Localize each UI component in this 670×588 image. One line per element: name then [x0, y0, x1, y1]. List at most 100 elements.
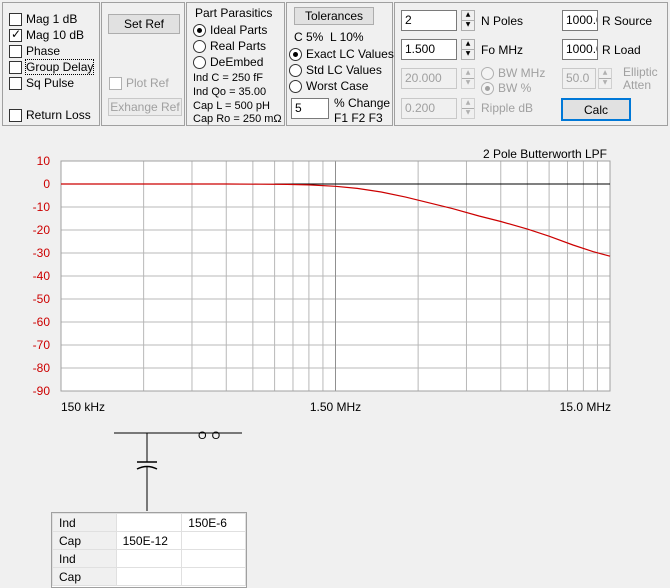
- spin-up-icon: ▲: [462, 69, 474, 79]
- tolerances-button[interactable]: Tolerances: [294, 7, 374, 25]
- table-row: Cap: [52, 567, 246, 586]
- r-source-input[interactable]: 1000.0: [562, 10, 598, 31]
- radio-dot: [289, 79, 302, 93]
- deembed-radio[interactable]: DeEmbed: [193, 54, 263, 70]
- component-value-cell[interactable]: 150E-6: [181, 513, 246, 532]
- table-row: Ind 150E-6: [52, 513, 246, 532]
- c-tolerance: C 5%: [294, 30, 324, 44]
- checkbox-box: [9, 27, 22, 42]
- deembed-label: DeEmbed: [210, 55, 264, 69]
- bw-mhz-radio[interactable]: BW MHz: [481, 65, 545, 81]
- checkbox-box: [9, 76, 22, 90]
- table-row: Cap 150E-12: [52, 531, 246, 550]
- spin-down-icon: ▼: [465, 109, 471, 117]
- component-value-cell[interactable]: [181, 531, 246, 550]
- f1f2f3-label: F1 F2 F3: [334, 111, 383, 125]
- bw-input[interactable]: 20.000: [401, 68, 457, 89]
- component-value-cell[interactable]: [115, 513, 183, 532]
- y-tick-label: 0: [43, 177, 50, 191]
- component-value-cell[interactable]: 150E-12: [115, 531, 183, 550]
- radio-dot: [289, 47, 302, 61]
- y-tick-label: -60: [33, 315, 51, 329]
- set-ref-button[interactable]: Set Ref: [108, 14, 180, 34]
- worst-case-radio[interactable]: Worst Case: [289, 78, 368, 94]
- checkbox-box: [109, 76, 122, 90]
- bw-spinner[interactable]: ▲ ▼: [461, 68, 475, 89]
- ripple-input[interactable]: 0.200: [401, 98, 457, 119]
- atten-label: Atten: [623, 78, 652, 92]
- y-tick-label: -90: [33, 384, 51, 398]
- y-tick-label: -80: [33, 361, 51, 375]
- n-poles-input[interactable]: 2: [401, 10, 457, 31]
- component-value-cell[interactable]: [115, 549, 183, 568]
- ideal-parts-radio[interactable]: Ideal Parts: [193, 22, 267, 38]
- change-percent-input[interactable]: 5: [291, 98, 329, 119]
- radio-dot: [193, 55, 206, 69]
- checkbox-box: [9, 44, 22, 58]
- fo-input[interactable]: 1.500: [401, 39, 457, 60]
- y-tick-label: -20: [33, 223, 51, 237]
- ripple-label: Ripple dB: [481, 101, 534, 115]
- bw-pct-label: BW %: [498, 81, 532, 95]
- y-tick-label: -30: [33, 246, 51, 260]
- calc-button[interactable]: Calc: [561, 98, 631, 121]
- mag-1db-checkbox[interactable]: Mag 1 dB: [9, 11, 77, 27]
- display-options-panel: Mag 1 dB Mag 10 dB Phase Group Delay Sq …: [2, 2, 100, 126]
- table-row: Ind: [52, 549, 246, 568]
- checkbox-box: [9, 108, 22, 122]
- elliptic-input[interactable]: 50.0: [562, 68, 596, 89]
- n-poles-spinner[interactable]: ▲ ▼: [461, 10, 475, 31]
- component-type-cell: Cap: [52, 567, 117, 586]
- ind-qo-value: Ind Qo = 35.00: [193, 86, 267, 98]
- reference-panel: Set Ref Plot Ref Exhange Ref: [101, 2, 185, 126]
- r-load-input[interactable]: 1000.0: [562, 39, 598, 60]
- spin-down-icon: ▼: [465, 50, 471, 58]
- parasitics-panel: Part Parasitics Ideal Parts Real Parts D…: [186, 2, 285, 126]
- y-tick-label: 10: [37, 154, 51, 168]
- mag-1db-label: Mag 1 dB: [26, 12, 78, 26]
- mag-10db-checkbox[interactable]: Mag 10 dB: [9, 27, 84, 43]
- r-source-label: R Source: [602, 14, 653, 28]
- real-parts-radio[interactable]: Real Parts: [193, 38, 266, 54]
- return-loss-label: Return Loss: [26, 108, 91, 122]
- bw-pct-radio[interactable]: BW %: [481, 80, 531, 96]
- phase-checkbox[interactable]: Phase: [9, 43, 60, 59]
- component-value-cell[interactable]: [181, 567, 246, 586]
- std-lc-radio[interactable]: Std LC Values: [289, 62, 382, 78]
- spin-up-icon: ▲: [462, 40, 474, 50]
- response-chart: 10 0 -10 -20 -30 -40 -50 -60 -70 -80 -90 150 kHz 1.…: [0, 138, 670, 418]
- return-loss-checkbox[interactable]: Return Loss: [9, 107, 91, 123]
- plot-ref-checkbox[interactable]: Plot Ref: [109, 75, 169, 91]
- r-load-label: R Load: [602, 43, 641, 57]
- component-value-cell[interactable]: [115, 567, 183, 586]
- schematic: O O: [100, 425, 260, 515]
- x-tick-label: 15.0 MHz: [560, 400, 611, 414]
- exact-lc-radio[interactable]: Exact LC Values: [289, 46, 394, 62]
- l-tolerance: L 10%: [330, 30, 364, 44]
- coupling-label: O O: [198, 430, 222, 442]
- chart-title: 2 Pole Butterworth LPF: [483, 147, 607, 161]
- component-type-cell: Cap: [52, 531, 117, 550]
- fo-label: Fo MHz: [481, 43, 523, 57]
- y-tick-label: -70: [33, 338, 51, 352]
- component-value-cell[interactable]: [181, 549, 246, 568]
- fo-spinner[interactable]: ▲ ▼: [461, 39, 475, 60]
- change-percent-label: % Change: [334, 96, 391, 110]
- sq-pulse-checkbox[interactable]: Sq Pulse: [9, 75, 74, 91]
- ripple-spinner[interactable]: ▲ ▼: [461, 98, 475, 119]
- spin-down-icon: ▼: [465, 21, 471, 29]
- spin-up-icon: ▲: [462, 11, 474, 21]
- elliptic-spinner[interactable]: ▲ ▼: [598, 68, 612, 89]
- design-panel: 2 ▲ ▼ N Poles 1.500 ▲ ▼ Fo MHz 20.000 ▲ ▼ B…: [394, 2, 668, 126]
- exchange-ref-button[interactable]: Exhange Ref: [108, 98, 182, 116]
- ideal-parts-label: Ideal Parts: [210, 23, 268, 37]
- radio-dot: [481, 81, 494, 95]
- spin-up-icon: ▲: [462, 99, 474, 109]
- group-delay-label: Group Delay: [24, 59, 95, 75]
- y-axis-ticks: 10 0 -10 -20 -30 -40 -50 -60 -70 -80 -90: [33, 154, 51, 398]
- n-poles-label: N Poles: [481, 14, 524, 28]
- spin-down-icon: ▼: [465, 79, 471, 87]
- group-delay-checkbox[interactable]: Group Delay: [9, 59, 95, 75]
- plot-ref-label: Plot Ref: [126, 76, 169, 90]
- std-lc-label: Std LC Values: [306, 63, 382, 77]
